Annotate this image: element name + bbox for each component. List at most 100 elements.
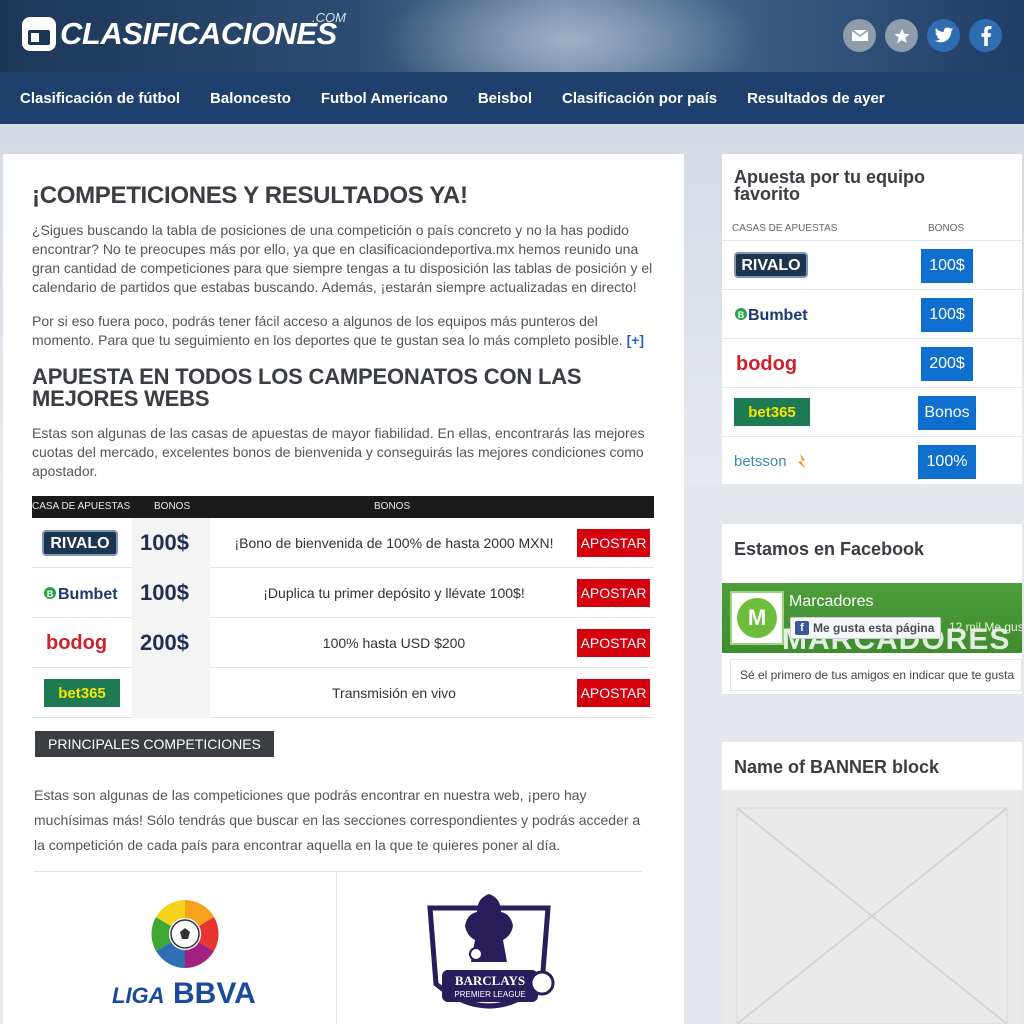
betsson-logo-text: betsson xyxy=(734,453,787,470)
sidebar-bets-title: Apuesta por tu equipo favorito xyxy=(734,167,925,204)
intro-paragraph: ¿Sigues buscando la tabla de posiciones … xyxy=(32,222,653,295)
bonus-amount: 100$ xyxy=(140,580,189,605)
rivalo-logo[interactable]: RIVALO xyxy=(734,252,808,283)
col-header-houses: CASA DE APUESTAS xyxy=(32,501,131,512)
bonus-button[interactable]: 200$ xyxy=(921,347,973,381)
bonus-button[interactable]: 100$ xyxy=(921,298,973,332)
logo-suffix: .COM xyxy=(312,10,346,25)
bet-button[interactable]: APOSTAR xyxy=(577,529,650,557)
bonus-button[interactable]: 100$ xyxy=(921,249,973,283)
bet365-logo[interactable]: bet365 xyxy=(734,398,810,431)
bumbet-logo[interactable]: B Bumbet xyxy=(42,582,124,609)
barclays-text: BARCLAYS xyxy=(455,973,525,988)
betting-table: CASA DE APUESTAS BONOS BONOS RIVALO 100$… xyxy=(32,496,654,718)
bet-button[interactable]: APOSTAR xyxy=(577,579,650,607)
bonus-button[interactable]: 100% xyxy=(918,445,976,479)
liga-bbva-logo[interactable]: LIGA BBVA xyxy=(110,896,260,1013)
liga-text: LIGA xyxy=(112,983,165,1008)
section-title-bets: APUESTA EN TODOS LOS CAMPEONATOS CON LAS… xyxy=(32,364,582,411)
nav-item-baloncesto[interactable]: Baloncesto xyxy=(210,90,291,107)
site-logo[interactable]: CLASIFICACIONES xyxy=(22,16,337,52)
marcadores-m-icon: M xyxy=(737,598,777,638)
table-row: RIVALO 100$ ¡Bono de bienvenida de 100% … xyxy=(32,518,654,568)
betsson-logo[interactable]: betsson xyxy=(734,450,816,477)
fb-page-name[interactable]: Marcadores xyxy=(789,593,873,611)
social-links xyxy=(843,19,1002,52)
logo-mark-icon xyxy=(22,17,56,51)
bonus-button[interactable]: Bonos xyxy=(918,396,976,430)
fb-page-avatar[interactable]: M xyxy=(730,591,784,645)
facebook-f-icon: f xyxy=(795,621,809,635)
bumbet-logo-text: Bumbet xyxy=(748,307,808,324)
fb-like-button[interactable]: f Me gusta esta página xyxy=(790,617,942,639)
bonus-description: ¡Bono de bienvenida de 100% de hasta 200… xyxy=(234,535,554,551)
bonus-cell-bg xyxy=(132,668,210,718)
star-icon[interactable] xyxy=(885,19,918,52)
bumbet-logo-text: Bumbet xyxy=(58,586,118,603)
sidebar-bet-row: betsson 100% xyxy=(722,436,1022,485)
sidebar-bet-row: bet365 Bonos xyxy=(722,387,1022,436)
nav-item-beisbol[interactable]: Beisbol xyxy=(478,90,532,107)
section-label-competitions: PRINCIPALES COMPETICIONES xyxy=(35,731,274,757)
nav-item-resultados-ayer[interactable]: Resultados de ayer xyxy=(747,90,885,107)
page-title: ¡COMPETICIONES Y RESULTADOS YA! xyxy=(32,182,468,209)
svg-text:B: B xyxy=(47,589,54,599)
facebook-icon[interactable] xyxy=(969,19,1002,52)
bet365-logo-text: bet365 xyxy=(58,685,106,702)
col-header-bonus: BONOS xyxy=(154,501,191,512)
col-header-bonus-desc: BONOS xyxy=(374,501,411,512)
svg-text:B: B xyxy=(738,310,745,320)
bodog-logo[interactable]: bodog xyxy=(736,352,808,381)
grid-divider xyxy=(336,872,337,1024)
competitions-description: Estas son algunas de las competiciones q… xyxy=(34,787,641,853)
competitions-grid: LIGA BBVA BARCLAYS PREMIER LEAGUE xyxy=(34,871,642,1024)
placeholder-cross-icon xyxy=(736,807,1008,1024)
bodog-logo-text: bodog xyxy=(736,353,797,375)
rivalo-logo-text: RIVALO xyxy=(741,257,800,274)
rivalo-logo[interactable]: RIVALO xyxy=(42,530,118,561)
mail-icon[interactable] xyxy=(843,19,876,52)
bets-description: Estas son algunas de las casas de apuest… xyxy=(32,425,645,479)
fb-like-label: Me gusta esta página xyxy=(813,621,935,635)
header-background-image xyxy=(380,0,760,72)
sidebar-banner-widget: Name of BANNER block xyxy=(722,742,1022,1024)
bonus-description: 100% hasta USD $200 xyxy=(322,635,466,651)
bbva-text: BBVA xyxy=(173,977,256,1008)
intro-paragraph-2: Por si eso fuera poco, podrás tener fáci… xyxy=(32,312,660,350)
bet-button[interactable]: APOSTAR xyxy=(577,629,650,657)
bumbet-logo[interactable]: B Bumbet xyxy=(734,303,816,330)
fb-like-count: 12 mil Me gus xyxy=(949,620,1022,634)
sidebar-bet-row: bodog 200$ xyxy=(722,338,1022,387)
table-row: bet365 Transmisión en vivo APOSTAR xyxy=(32,668,654,718)
facebook-widget-title: Estamos en Facebook xyxy=(734,539,925,559)
sidebar-bet-row: B Bumbet 100$ xyxy=(722,289,1022,338)
main-content: ¡COMPETICIONES Y RESULTADOS YA! ¿Sigues … xyxy=(3,154,684,1024)
banner-placeholder[interactable] xyxy=(722,790,1022,1024)
bonus-amount: 200$ xyxy=(140,630,189,655)
nav-item-futbol-americano[interactable]: Futbol Americano xyxy=(321,90,448,107)
twitter-icon[interactable] xyxy=(927,19,960,52)
logo-text: CLASIFICACIONES xyxy=(60,16,337,51)
sidebar-bet-row: RIVALO 100$ xyxy=(722,240,1022,289)
rivalo-logo-text: RIVALO xyxy=(50,535,109,552)
nav-item-por-pais[interactable]: Clasificación por país xyxy=(562,90,717,107)
facebook-page-banner[interactable]: MARCADORES M Marcadores fMe gusta esta p… xyxy=(722,583,1022,653)
premier-league-logo[interactable]: BARCLAYS PREMIER LEAGUE xyxy=(414,888,564,1024)
nav-item-futbol[interactable]: Clasificación de fútbol xyxy=(20,90,180,107)
table-header: CASA DE APUESTAS BONOS BONOS xyxy=(32,496,654,518)
sidebar-facebook-widget: Estamos en Facebook MARCADORES M Marcado… xyxy=(722,524,1022,694)
fb-friends-text: Sé el primero de tus amigos en indicar q… xyxy=(730,659,1022,691)
banner-widget-title: Name of BANNER block xyxy=(734,757,940,777)
bet365-logo[interactable]: bet365 xyxy=(44,679,120,712)
bet-button[interactable]: APOSTAR xyxy=(577,679,650,707)
table-row: B Bumbet 100$ ¡Duplica tu primer depósito… xyxy=(32,568,654,618)
col-header-bonus: BONOS xyxy=(928,223,965,234)
premier-league-text: PREMIER LEAGUE xyxy=(454,990,525,999)
bodog-logo-text: bodog xyxy=(46,632,107,654)
main-nav: Clasificación de fútbol Baloncesto Futbo… xyxy=(0,72,1024,124)
read-more-link[interactable]: [+] xyxy=(627,332,645,348)
table-row: bodog 200$ 100% hasta USD $200 APOSTAR xyxy=(32,618,654,668)
bet365-logo-text: bet365 xyxy=(748,404,796,421)
bodog-logo[interactable]: bodog xyxy=(46,631,118,660)
bonus-amount: 100$ xyxy=(140,530,189,555)
